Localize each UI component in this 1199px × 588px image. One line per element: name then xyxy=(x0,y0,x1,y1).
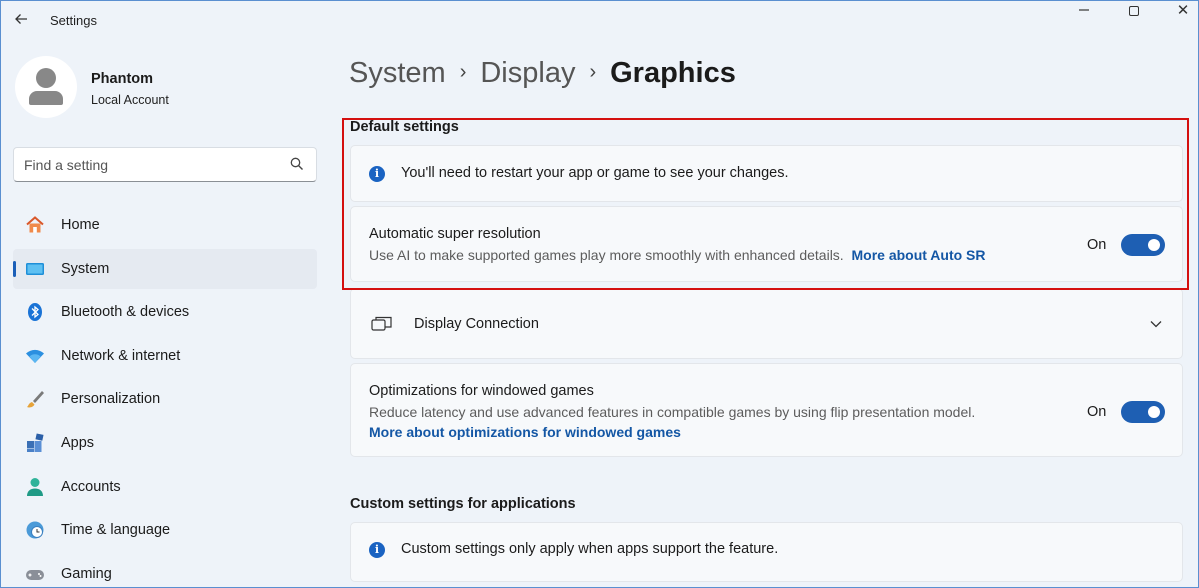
sidebar-item-label: Bluetooth & devices xyxy=(61,304,190,321)
user-name: Phantom xyxy=(91,71,154,87)
app-title: Settings xyxy=(50,13,97,28)
sidebar-item-label: Network & internet xyxy=(61,347,181,364)
sidebar-item-time-language[interactable]: Time & language xyxy=(13,510,317,550)
home-icon xyxy=(26,216,44,233)
display-connection-card[interactable]: Display Connection xyxy=(350,288,1183,359)
breadcrumb-separator: › xyxy=(459,61,467,83)
apps-icon xyxy=(27,433,44,452)
maximize-icon xyxy=(1129,6,1139,16)
sidebar-item-label: Personalization xyxy=(61,391,161,408)
sidebar-nav: Home System Bluetooth & devices Network … xyxy=(13,205,317,587)
sidebar-item-home[interactable]: Home xyxy=(13,205,317,245)
avatar-head xyxy=(36,68,56,88)
active-indicator xyxy=(13,260,16,277)
sidebar-item-gaming[interactable]: Gaming xyxy=(13,554,317,587)
search-icon[interactable] xyxy=(290,157,304,171)
avatar-shoulders xyxy=(29,91,63,105)
close-button[interactable]: ✕ xyxy=(1168,3,1198,21)
info-icon: i xyxy=(369,166,385,182)
account-type: Local Account xyxy=(91,93,169,107)
maximize-button[interactable] xyxy=(1119,3,1149,21)
sidebar-item-label: Time & language xyxy=(61,522,171,539)
windowed-games-toggle[interactable] xyxy=(1121,401,1165,423)
breadcrumb: System › Display › Graphics xyxy=(349,57,736,90)
back-arrow-icon[interactable] xyxy=(13,11,31,29)
display-connection-title: Display Connection xyxy=(414,316,539,332)
clock-globe-icon xyxy=(26,521,44,539)
minimize-button[interactable] xyxy=(1069,3,1099,21)
breadcrumb-item-system[interactable]: System xyxy=(349,57,446,89)
section-title-default: Default settings xyxy=(350,119,459,135)
windowed-games-card: Optimizations for windowed games Reduce … xyxy=(350,363,1183,457)
bluetooth-icon xyxy=(28,303,42,322)
accounts-icon xyxy=(27,477,43,496)
windowed-games-state-label: On xyxy=(1087,404,1107,420)
sidebar-item-label: Gaming xyxy=(61,565,112,582)
auto-sr-toggle[interactable] xyxy=(1121,234,1165,256)
breadcrumb-separator: › xyxy=(589,61,597,83)
sidebar-item-apps[interactable]: Apps xyxy=(13,423,317,463)
windowed-games-description: Reduce latency and use advanced features… xyxy=(369,404,976,420)
sidebar-item-label: Home xyxy=(61,217,100,233)
restart-info-bar: i You'll need to restart your app or gam… xyxy=(350,145,1183,202)
info-icon: i xyxy=(369,542,385,558)
toggle-knob xyxy=(1148,239,1160,251)
auto-sr-learn-more-link[interactable]: More about Auto SR xyxy=(851,247,985,263)
section-title-custom: Custom settings for applications xyxy=(350,496,576,512)
custom-info-bar: i Custom settings only apply when apps s… xyxy=(350,522,1183,582)
auto-sr-card: Automatic super resolution Use AI to mak… xyxy=(350,206,1183,282)
search-box[interactable] xyxy=(13,147,317,182)
windowed-games-learn-more-link[interactable]: More about optimizations for windowed ga… xyxy=(369,424,681,440)
wifi-icon xyxy=(26,349,44,363)
windowed-games-title: Optimizations for windowed games xyxy=(369,383,594,399)
avatar[interactable] xyxy=(15,56,77,118)
auto-sr-description-text: Use AI to make supported games play more… xyxy=(369,247,844,263)
sidebar-item-network[interactable]: Network & internet xyxy=(13,336,317,376)
search-input[interactable] xyxy=(24,154,284,176)
custom-info-text: Custom settings only apply when apps sup… xyxy=(401,541,779,557)
restart-info-text: You'll need to restart your app or game … xyxy=(401,165,789,181)
settings-window: Settings ✕ Phantom Local Account Home Sy… xyxy=(0,0,1199,588)
auto-sr-title: Automatic super resolution xyxy=(369,226,541,242)
gamepad-icon xyxy=(26,569,44,580)
toggle-knob xyxy=(1148,406,1160,418)
auto-sr-description: Use AI to make supported games play more… xyxy=(369,247,986,263)
page-title: Graphics xyxy=(610,57,736,89)
brush-icon xyxy=(27,391,44,408)
sidebar-item-label: Apps xyxy=(61,434,95,451)
chevron-down-icon[interactable] xyxy=(1149,317,1163,331)
sidebar-item-accounts[interactable]: Accounts xyxy=(13,467,317,507)
sidebar-item-personalization[interactable]: Personalization xyxy=(13,379,317,419)
sidebar-item-system[interactable]: System xyxy=(13,248,317,289)
title-bar: Settings ✕ xyxy=(1,1,1198,41)
sidebar-item-label: Accounts xyxy=(61,478,121,495)
auto-sr-state-label: On xyxy=(1087,237,1107,253)
system-display-icon xyxy=(26,262,44,275)
sidebar-item-bluetooth[interactable]: Bluetooth & devices xyxy=(13,292,317,332)
display-connection-icon xyxy=(371,316,392,331)
sidebar-item-label: System xyxy=(61,260,110,277)
breadcrumb-item-display[interactable]: Display xyxy=(480,57,575,89)
